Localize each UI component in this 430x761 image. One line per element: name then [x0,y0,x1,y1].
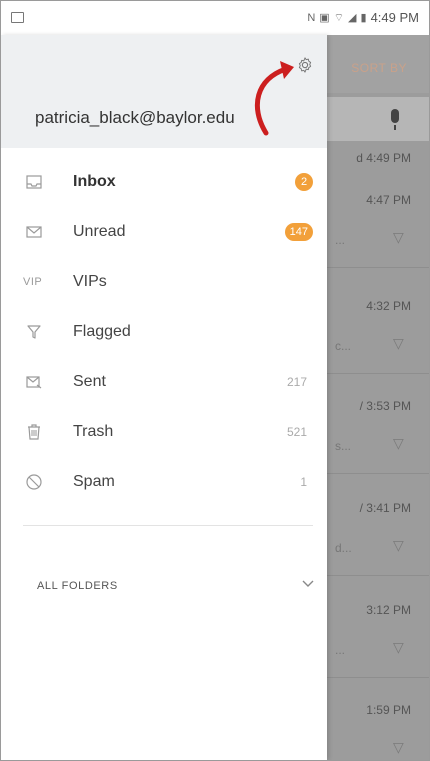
list-item[interactable]: 1:59 PM ▽ [327,691,429,760]
account-email[interactable]: patricia_black@baylor.edu [35,108,235,128]
inbox-icon [26,175,42,189]
email-snippet: c... [335,339,352,353]
folder-label: Sent [73,373,106,390]
folder-label: VIPs [73,273,107,290]
flag-icon[interactable]: ▽ [393,739,405,755]
folder-label: Spam [73,473,115,490]
folder-label: Unread [73,223,126,240]
email-time: / 3:53 PM [359,399,411,413]
email-snippet: s... [335,439,352,453]
list-toolbar: SORT BY [327,35,429,93]
list-item[interactable]: 4:47 PM ... ▽ [327,181,429,268]
folder-label: Trash [73,423,114,440]
sort-by-button[interactable]: SORT BY [351,61,407,75]
vibrate-icon: ▣ [319,12,330,24]
annotation-arrow-icon [254,61,294,136]
folder-unread[interactable]: Unread 147 [1,211,327,255]
flag-icon[interactable]: ▽ [393,435,405,451]
vip-icon: VIP [23,276,43,288]
folder-sent[interactable]: Sent 217 [1,361,327,405]
trash-icon [28,424,40,440]
email-time: 4:32 PM [366,299,411,313]
email-time: d 4:49 PM [356,151,411,165]
unread-count-badge: 2 [295,173,313,191]
all-folders-label[interactable]: ALL FOLDERS [37,580,118,592]
battery-icon: ▮ [360,12,367,24]
email-snippet: ... [335,643,346,657]
folder-trash[interactable]: Trash 521 [1,411,327,455]
list-item[interactable]: 3:12 PM ... ▽ [327,591,429,678]
flag-icon[interactable]: ▽ [393,229,405,245]
folder-label: Flagged [73,323,131,340]
folder-vips[interactable]: VIP VIPs [1,261,327,305]
folder-flagged[interactable]: Flagged [1,311,327,355]
signal-icon: ◢ [348,12,357,24]
envelope-icon [26,226,42,238]
email-time: 3:12 PM [366,603,411,617]
chevron-down-icon[interactable] [301,576,315,590]
navigation-drawer: patricia_black@baylor.edu Inbox 2 Unread… [1,35,327,760]
phone-screen: N ▣ ⌔ ◢ ▮ 4:49 PM SORT BY d 4:49 PM 4:47… [0,0,430,761]
email-time: 4:47 PM [366,193,411,207]
status-time: 4:49 PM [370,10,419,25]
nfc-icon: N [307,11,316,24]
divider [23,525,313,526]
microphone-icon[interactable] [391,109,399,130]
image-notification-icon [11,12,24,23]
email-snippet: ... [335,233,346,247]
sent-icon [26,376,42,389]
flag-icon[interactable]: ▽ [393,639,405,655]
folder-spam[interactable]: Spam 1 [1,461,327,505]
list-item[interactable]: / 3:41 PM d... ▽ [327,489,429,576]
email-time: / 3:41 PM [359,501,411,515]
flag-icon [27,325,41,339]
unread-count-badge: 147 [284,223,313,241]
spam-icon [26,474,42,490]
status-bar: N ▣ ⌔ ◢ ▮ 4:49 PM [1,1,429,35]
email-time: 1:59 PM [366,703,411,717]
list-item[interactable]: 4:32 PM c... ▽ [327,287,429,374]
folder-inbox[interactable]: Inbox 2 [1,161,327,205]
wifi-icon: ⌔ [333,11,345,24]
status-icons: N ▣ ⌔ ◢ ▮ 4:49 PM [307,10,419,25]
message-count: 217 [286,375,307,389]
list-item[interactable]: / 3:53 PM s... ▽ [327,387,429,474]
settings-gear-icon[interactable] [296,56,314,74]
email-snippet: d... [335,541,352,555]
search-bar[interactable] [327,97,429,141]
flag-icon[interactable]: ▽ [393,335,405,351]
folder-label: Inbox [73,173,116,190]
message-count: 521 [286,425,307,439]
list-item[interactable]: d 4:49 PM [327,147,429,177]
message-count: 1 [300,475,307,489]
drawer-header: patricia_black@baylor.edu [1,35,327,148]
flag-icon[interactable]: ▽ [393,537,405,553]
